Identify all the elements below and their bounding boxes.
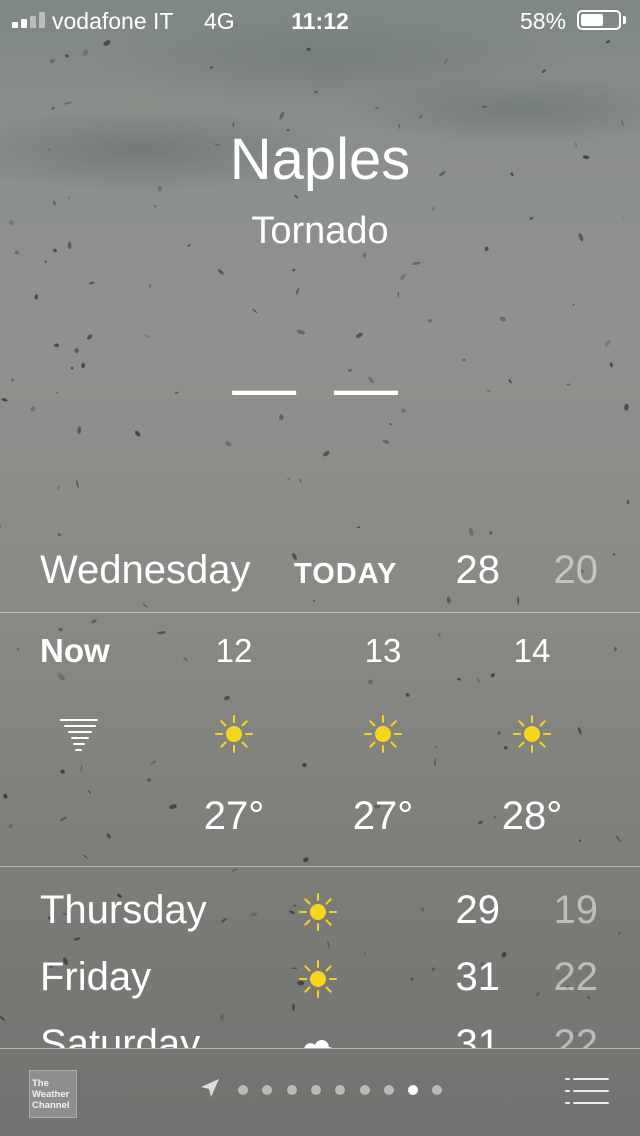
page-dot[interactable] (262, 1085, 273, 1095)
hour-time: 13 (364, 632, 402, 669)
sun-icon (299, 960, 337, 998)
daily-low: 19 (553, 888, 599, 932)
cloud-icon (304, 1040, 332, 1048)
daily-high: 31 (455, 955, 501, 999)
page-dot[interactable] (359, 1085, 370, 1095)
today-summary: Wednesday TODAY 28 20 (0, 548, 640, 604)
hour-temp: 27° (352, 794, 414, 838)
daily-low: 22 (553, 1022, 599, 1048)
daily-day: Saturday (40, 1022, 201, 1048)
battery-icon (577, 10, 621, 30)
daily-low: 22 (553, 955, 599, 999)
daily-row: Saturday 31 22 (0, 1008, 640, 1048)
page-dot[interactable] (286, 1085, 297, 1095)
page-dot[interactable] (432, 1085, 443, 1095)
daily-forecast[interactable]: Thursday 29 19 Friday 31 22 Saturday 31 … (0, 868, 640, 1048)
hour-item: 14 28° (457, 614, 607, 866)
sun-icon (299, 893, 337, 931)
hour-time: 12 (215, 632, 253, 669)
divider-top (0, 612, 640, 613)
today-day-name: Wednesday (40, 548, 251, 592)
city-name: Naples (229, 127, 411, 192)
current-temperature: — — (232, 351, 408, 423)
daily-row: Friday 31 22 (0, 941, 640, 1001)
hourly-forecast[interactable]: Now 12 27° 13 27° 14 28° (0, 614, 640, 866)
page-dot[interactable] (238, 1085, 248, 1095)
daily-row: Thursday 29 19 (0, 874, 640, 934)
sun-icon (513, 715, 551, 753)
daily-high: 31 (455, 1022, 501, 1048)
hour-temp: 27° (203, 794, 265, 838)
battery-percent: 58% (520, 8, 567, 34)
page-dot[interactable] (335, 1085, 346, 1095)
hour-item: 13 27° (308, 614, 458, 866)
daily-high: 29 (455, 888, 501, 932)
sun-icon (215, 715, 253, 753)
status-bar: vodafone IT 4G 11:12 58% (0, 0, 640, 40)
daily-day: Friday (40, 955, 152, 999)
city-list-icon[interactable] (564, 1076, 610, 1106)
weather-condition: Tornado (251, 210, 389, 252)
weather-channel-logo[interactable]: The Weather Channel (29, 1070, 77, 1118)
hour-temp: 28° (501, 794, 563, 838)
location-arrow-icon[interactable] (199, 1077, 221, 1099)
hour-item: 12 27° (159, 614, 309, 866)
today-high: 28 (455, 548, 501, 592)
today-label: TODAY (294, 558, 398, 590)
page-dot[interactable] (383, 1085, 394, 1095)
hour-time: 14 (513, 632, 551, 669)
bottom-toolbar: The Weather Channel (0, 1049, 640, 1136)
battery-tip (623, 16, 626, 24)
daily-day: Thursday (40, 888, 207, 932)
divider-bottom (0, 866, 640, 867)
page-dot[interactable] (310, 1085, 321, 1095)
tornado-icon (60, 719, 98, 751)
sun-icon (364, 715, 402, 753)
page-dot[interactable] (408, 1085, 419, 1095)
today-low: 20 (553, 548, 599, 592)
